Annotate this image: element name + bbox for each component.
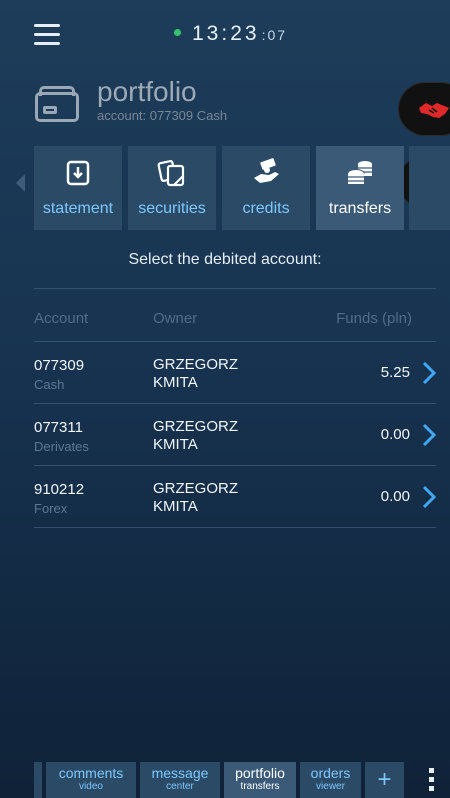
statement-icon [66,160,90,186]
bottom-tab-sublabel: viewer [316,781,345,792]
bottom-tab-sublabel: center [166,781,194,792]
tab-label: securities [138,200,206,217]
tab-statement[interactable]: statement [34,146,122,230]
header-account: Account [34,310,89,327]
clock: 13:23 :07 [174,22,287,46]
bottom-tab-message[interactable]: message center [140,762,220,798]
owner-last-name: KMITA [153,374,198,391]
bottom-tab-label: portfolio [235,765,285,781]
header-funds: Funds (pln) [336,310,412,327]
tab-label: statement [42,200,114,217]
owner-last-name: KMITA [153,436,198,453]
account-funds: 5.25 [380,364,410,381]
account-owner: GRZEGORZ KMITA [153,418,238,454]
bottom-nav: comments video message center portfolio … [0,760,450,798]
scroll-left-icon[interactable] [16,174,25,192]
online-indicator [174,29,181,36]
bottom-nav-edge [34,762,42,798]
account-funds: 0.00 [380,488,410,505]
credits-icon [254,158,279,183]
tab-credits[interactable]: credits [222,146,310,230]
account-type: Derivates [34,439,89,454]
bottom-tab-label: message [151,765,209,781]
bottom-tab-portfolio[interactable]: portfolio transfers [224,762,296,798]
page-title: portfolio [97,76,197,107]
bottom-tab-label: comments [58,765,124,781]
transfers-icon [347,161,372,184]
account-number: 077309 [34,357,85,374]
bottom-tab-comments[interactable]: comments video [46,762,136,798]
tab-label: transfers [328,200,392,217]
table-header: Account Owner Funds (pln) [34,289,436,341]
account-number: 077311 [34,419,83,436]
account-owner: GRZEGORZ KMITA [153,480,238,516]
page-header: portfolio account: 077309 Cash [35,78,227,128]
account-type: Cash [34,377,65,392]
portfolio-tabs: statement securities credits transfers [0,146,450,230]
add-tab-button[interactable]: + [365,762,404,798]
table-row[interactable]: 077311 Derivates GRZEGORZ KMITA 0.00 [34,404,436,466]
more-options-icon[interactable] [426,768,436,796]
owner-first-name: GRZEGORZ [153,356,238,373]
tab-label: credits [242,200,290,217]
securities-icon [157,160,185,187]
wallet-icon [35,84,83,124]
owner-first-name: GRZEGORZ [153,418,238,435]
menu-icon[interactable] [34,24,60,46]
bottom-tab-sublabel: transfers [240,781,280,792]
owner-first-name: GRZEGORZ [153,480,238,497]
clock-seconds: :07 [261,27,288,43]
status-bar: 13:23 :07 [0,0,450,72]
select-account-prompt: Select the debited account: [128,251,322,268]
chevron-right-icon[interactable] [422,485,436,509]
tab-transfers[interactable]: transfers [316,146,404,230]
owner-last-name: KMITA [153,498,198,515]
table-row[interactable]: 077309 Cash GRZEGORZ KMITA 5.25 [34,342,436,404]
handshake-icon [419,103,449,118]
account-funds: 0.00 [380,426,410,443]
clock-time: 13:23 [192,22,260,45]
chevron-right-icon[interactable] [422,423,436,447]
chevron-right-icon[interactable] [422,361,436,385]
accounts-table: Account Owner Funds (pln) 077309 Cash GR… [34,288,436,528]
deals-button[interactable] [398,82,450,136]
account-subtitle: account: 077309 Cash [97,108,228,123]
account-type: Forex [34,501,68,516]
tab-more[interactable] [409,146,450,230]
bottom-tab-sublabel: video [79,781,103,792]
header-owner: Owner [153,310,198,327]
account-number: 910212 [34,481,85,498]
tab-securities[interactable]: securities [128,146,216,230]
bottom-tab-label: orders [310,765,351,781]
bottom-tab-orders[interactable]: orders viewer [300,762,361,798]
account-owner: GRZEGORZ KMITA [153,356,238,392]
table-row[interactable]: 910212 Forex GRZEGORZ KMITA 0.00 [34,466,436,528]
